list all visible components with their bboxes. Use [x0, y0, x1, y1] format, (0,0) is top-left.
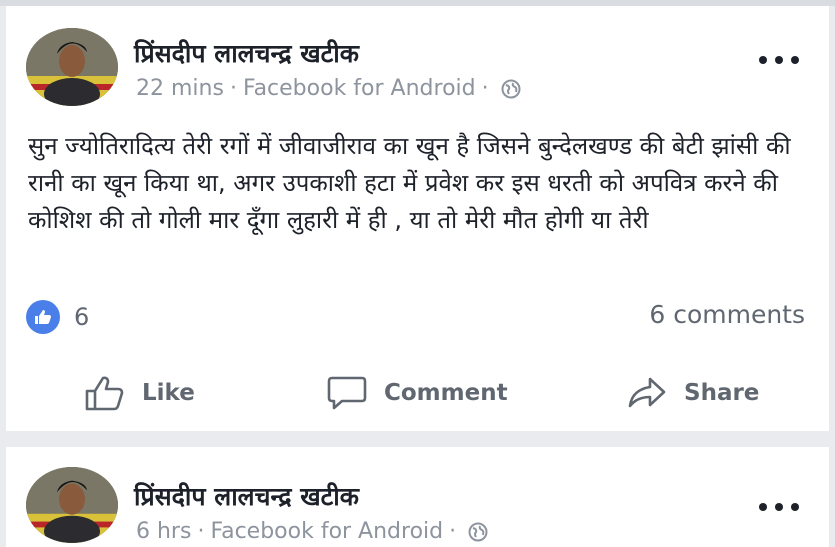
thumbs-up-outline-icon: [84, 374, 126, 412]
meta-separator: ·: [229, 76, 237, 101]
globe-icon: [468, 522, 488, 542]
share-label: Share: [684, 380, 760, 406]
divider: [28, 356, 807, 357]
more-options-icon[interactable]: [759, 497, 799, 517]
comment-label: Comment: [384, 380, 508, 406]
comment-button[interactable]: Comment: [326, 374, 508, 412]
like-label: Like: [142, 380, 195, 406]
meta-separator: ·: [197, 519, 205, 544]
like-button[interactable]: Like: [84, 374, 195, 412]
post-author[interactable]: प्रिंसदीप लालचन्द्र खटीक: [134, 479, 359, 513]
avatar[interactable]: [26, 28, 118, 106]
more-options-icon[interactable]: [759, 50, 799, 70]
meta-separator: ·: [449, 519, 457, 544]
feed-post: प्रिंसदीप लालचन्द्र खटीक 22 mins · Faceb…: [6, 6, 829, 431]
feed-post: प्रिंसदीप लालचन्द्र खटीक 6 hrs · Faceboo…: [6, 447, 829, 547]
meta-separator: ·: [481, 76, 489, 101]
share-button[interactable]: Share: [626, 374, 759, 412]
post-text: सुन ज्योतिरादित्य तेरी रगों में जीवाजीरा…: [28, 132, 791, 234]
post-actions: Like Comment Share: [6, 368, 829, 418]
post-time[interactable]: 22 mins: [136, 76, 224, 101]
thumbs-up-icon: [26, 300, 60, 334]
avatar[interactable]: [26, 467, 118, 543]
feed-separator: [0, 431, 835, 447]
comments-count[interactable]: 6 comments: [649, 300, 805, 329]
post-source: Facebook for Android: [242, 76, 476, 101]
share-arrow-icon: [626, 374, 668, 412]
speech-bubble-icon: [326, 374, 368, 412]
post-meta: 6 hrs · Facebook for Android ·: [136, 519, 488, 544]
post-source: Facebook for Android: [210, 519, 444, 544]
globe-icon: [501, 79, 521, 99]
post-author[interactable]: प्रिंसदीप लालचन्द्र खटीक: [134, 36, 359, 70]
post-time[interactable]: 6 hrs: [136, 519, 191, 544]
like-count: 6: [74, 303, 90, 331]
post-meta: 22 mins · Facebook for Android ·: [136, 76, 521, 101]
reactions-summary[interactable]: 6: [26, 300, 89, 334]
